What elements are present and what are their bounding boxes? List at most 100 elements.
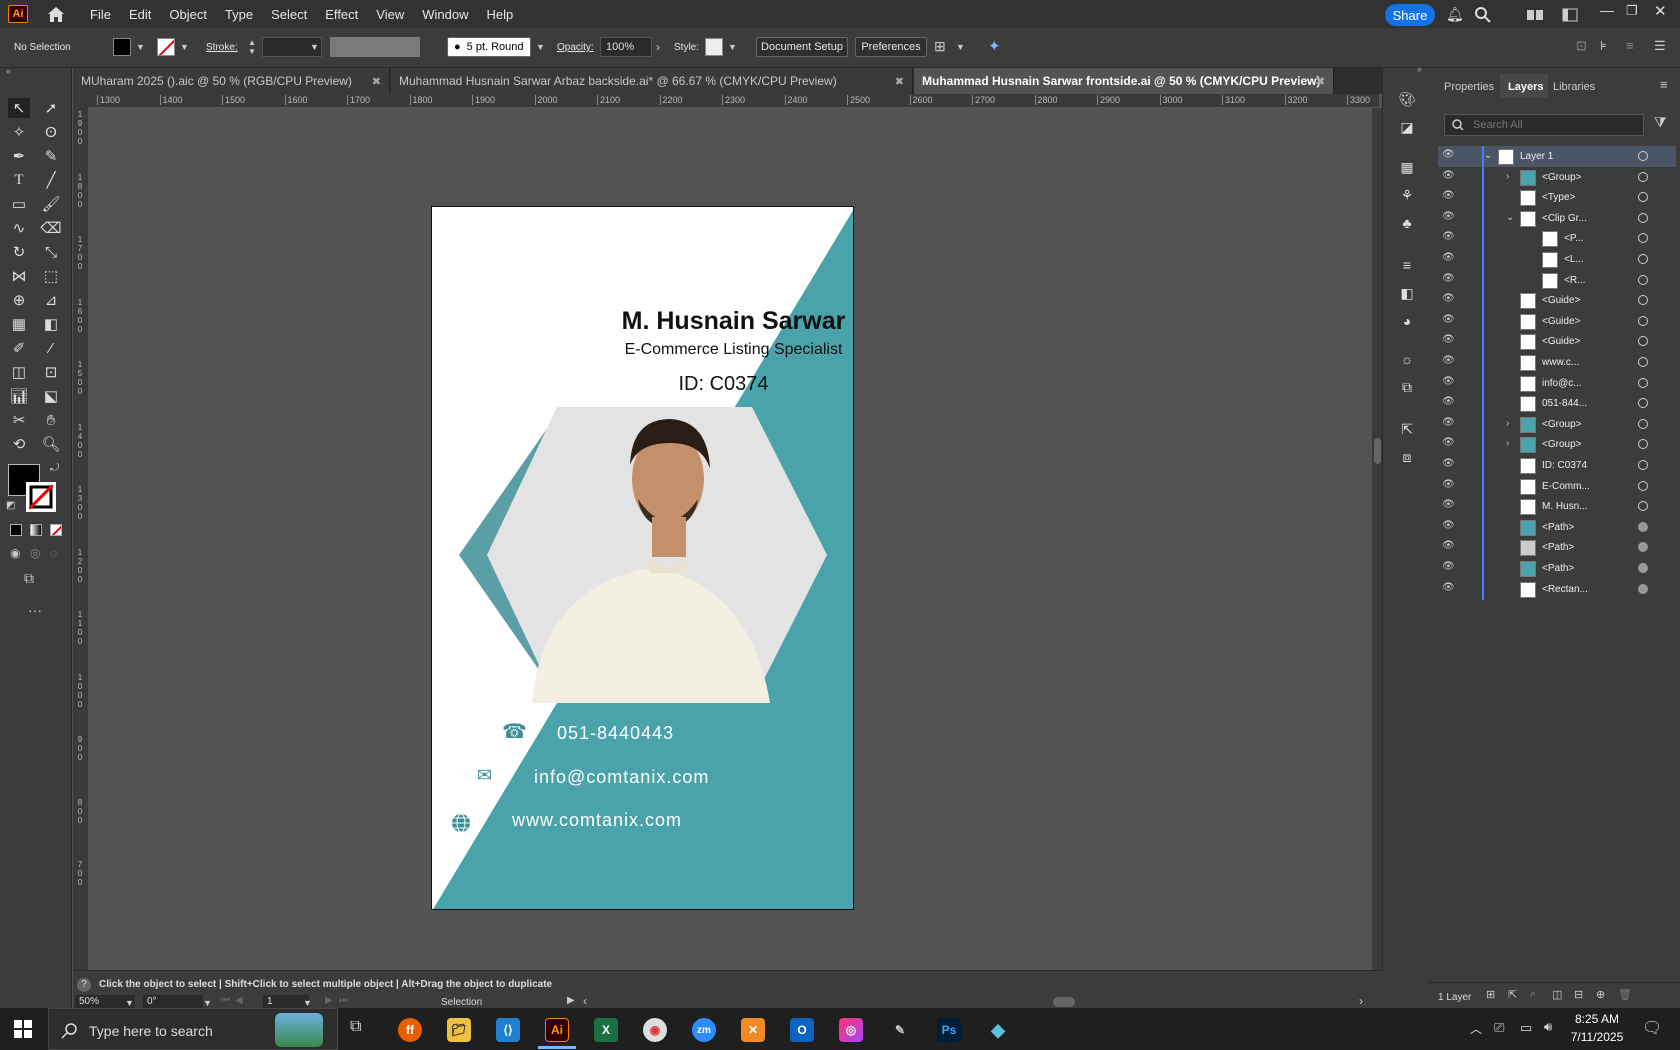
target-circle-icon[interactable] <box>1638 480 1648 491</box>
vertical-ruler[interactable]: 1900 1800 1700 1600 1500 1400 1300 1200 1100 1000… <box>73 108 89 970</box>
target-circle-icon[interactable] <box>1638 418 1648 429</box>
tab-backside[interactable]: Muhammad Husnain Sarwar Arbaz backside.a… <box>391 68 913 94</box>
align-icon[interactable]: ⊡ <box>1576 38 1587 54</box>
layer-row[interactable]: 👁︎ <Path> <box>1438 558 1676 579</box>
symbols-icon[interactable]: ♣ <box>1397 214 1417 232</box>
target-circle-icon[interactable] <box>1638 501 1648 512</box>
target-circle-icon[interactable] <box>1638 192 1648 203</box>
more-tools-icon[interactable]: ··· <box>28 602 42 618</box>
chevron-down-icon[interactable]: ▼ <box>136 42 145 52</box>
chevron-right-icon[interactable]: › <box>656 40 660 54</box>
layer-name[interactable]: M. Husn... <box>1542 501 1588 512</box>
fill-swatch[interactable] <box>113 38 131 56</box>
paintbrush-icon[interactable]: 🖌︎ <box>40 194 62 214</box>
visibility-eye-icon[interactable]: 👁︎ <box>1442 314 1455 325</box>
menu-object[interactable]: Object <box>169 7 207 22</box>
visibility-eye-icon[interactable]: 👁︎ <box>1442 355 1455 366</box>
visibility-eye-icon[interactable]: 👁︎ <box>1442 252 1455 263</box>
layer-row[interactable]: 👁︎ <L... <box>1438 249 1676 270</box>
filter-icon[interactable]: ⧩ <box>1654 114 1667 131</box>
scale-tool-icon[interactable]: ⤡ <box>40 242 62 262</box>
menu-type[interactable]: Type <box>225 7 253 22</box>
visibility-eye-icon[interactable]: 👁︎ <box>1442 231 1455 242</box>
home-icon[interactable] <box>46 5 66 23</box>
draw-inside-icon[interactable]: ◌ <box>50 546 57 560</box>
artboard-tool-icon[interactable]: ⬕ <box>40 386 62 406</box>
slice-tool-icon[interactable]: ✂ <box>8 410 30 430</box>
line-tool-icon[interactable]: ╱ <box>40 170 62 190</box>
help-icon[interactable]: ? <box>77 978 91 992</box>
chevron-down-icon[interactable]: ▼ <box>956 42 965 52</box>
target-circle-icon[interactable] <box>1638 171 1648 182</box>
layer-name[interactable]: <Guide> <box>1542 316 1580 327</box>
chrome-icon[interactable]: ◉ <box>643 1018 667 1042</box>
illustrator-taskbar-icon[interactable]: Ai <box>545 1018 569 1042</box>
target-circle-icon[interactable] <box>1638 439 1648 450</box>
menu-help[interactable]: Help <box>486 7 513 22</box>
target-circle-icon[interactable] <box>1638 460 1648 470</box>
none-mode-icon[interactable] <box>50 524 62 536</box>
variable-width-profile[interactable] <box>330 37 420 57</box>
layer-name[interactable]: <R... <box>1564 275 1585 286</box>
transparency-icon[interactable]: ◕ <box>1397 312 1417 330</box>
target-circle-icon[interactable] <box>1638 357 1648 367</box>
target-circle-icon[interactable] <box>1638 212 1648 223</box>
target-circle-icon[interactable] <box>1638 233 1648 244</box>
tab-libraries[interactable]: Libraries <box>1553 81 1595 93</box>
graph-tool-icon[interactable]: 📊︎ <box>8 386 30 406</box>
visibility-eye-icon[interactable]: 👁︎ <box>1442 376 1455 387</box>
close-icon[interactable]: ✕ <box>1654 2 1667 20</box>
panel-menu-icon[interactable]: ☰ <box>1654 38 1666 54</box>
gradient-panel-icon[interactable]: ◧ <box>1397 284 1417 302</box>
close-tab-icon[interactable]: ✖ <box>1316 75 1325 88</box>
menu-select[interactable]: Select <box>271 7 307 22</box>
visibility-eye-icon[interactable]: 👁︎ <box>1442 334 1455 345</box>
artboard-id-card[interactable]: M. Husnain Sarwar E-Commerce Listing Spe… <box>431 206 854 910</box>
chevron-down-icon[interactable]: ▼ <box>310 42 319 52</box>
menu-lines-icon[interactable]: ≡ <box>1626 38 1634 53</box>
target-circle-icon[interactable] <box>1638 295 1648 306</box>
horizontal-scrollbar-thumb[interactable] <box>1053 997 1075 1007</box>
preferences-button[interactable]: Preferences <box>855 37 927 57</box>
graphic-styles-icon[interactable]: ⧉ <box>1397 378 1417 396</box>
layer-row[interactable]: 👁︎ E-Comm... <box>1438 475 1676 497</box>
layer-row[interactable]: 👁︎ 051-844... <box>1438 393 1676 415</box>
measure-icon[interactable]: ⁄ <box>40 338 62 358</box>
collect-export-icon[interactable]: ⊞ <box>1486 988 1495 1001</box>
layer-name[interactable]: <P... <box>1564 233 1584 244</box>
layer-row[interactable]: 👁︎ <Guide> <box>1438 331 1676 353</box>
visibility-eye-icon[interactable]: 👁︎ <box>1442 149 1455 160</box>
chevron-down-icon[interactable]: ▼ <box>536 42 545 52</box>
photoshop-icon[interactable]: Ps <box>937 1018 961 1042</box>
close-tab-icon[interactable]: ✖ <box>895 75 904 88</box>
task-view-icon[interactable]: ⧉ <box>350 1018 361 1036</box>
collapse-icon[interactable]: « <box>6 66 11 76</box>
visibility-eye-icon[interactable]: 👁︎ <box>1442 499 1455 510</box>
zoom-app-icon[interactable]: zm <box>692 1018 716 1042</box>
layer-row[interactable]: 👁︎ <Guide> <box>1438 290 1676 312</box>
delete-layer-icon[interactable]: 🗑︎ <box>1618 988 1632 1001</box>
pen-app-icon[interactable]: ✎ <box>888 1018 912 1042</box>
shape-builder-icon[interactable]: ⊕ <box>8 290 30 310</box>
make-clipping-mask-icon[interactable]: ◫ <box>1552 988 1562 1001</box>
visibility-eye-icon[interactable]: 👁︎ <box>1442 417 1455 428</box>
target-circle-icon[interactable] <box>1638 377 1648 388</box>
opacity-field[interactable]: 100% <box>600 37 652 57</box>
expand-toggle-icon[interactable]: ⌄ <box>1484 150 1492 161</box>
layer-name[interactable]: <Group> <box>1542 172 1581 183</box>
tab-frontside[interactable]: Muhammad Husnain Sarwar frontside.ai @ 5… <box>914 68 1334 94</box>
visibility-eye-icon[interactable]: 👁︎ <box>1442 437 1455 448</box>
layer-row[interactable]: 👁︎ ⌄ <Clip Gr... <box>1438 207 1676 229</box>
ruler-origin[interactable] <box>73 94 89 108</box>
visibility-eye-icon[interactable]: 👁︎ <box>1442 479 1455 490</box>
eraser-icon[interactable]: ⌫ <box>40 218 62 238</box>
firefox-icon[interactable]: ff <box>398 1018 422 1042</box>
stroke-panel-icon[interactable]: ≡ <box>1397 256 1417 274</box>
restore-icon[interactable]: ❐ <box>1626 3 1638 19</box>
layer-name[interactable]: info@c... <box>1542 378 1582 389</box>
visibility-eye-icon[interactable]: 👁︎ <box>1442 540 1455 551</box>
menu-window[interactable]: Window <box>422 7 468 22</box>
volume-icon[interactable]: 🔊︎ <box>1544 1019 1552 1035</box>
image-trace-icon[interactable]: ◪ <box>1397 118 1417 136</box>
default-colors-icon[interactable]: ◩ <box>6 500 15 511</box>
